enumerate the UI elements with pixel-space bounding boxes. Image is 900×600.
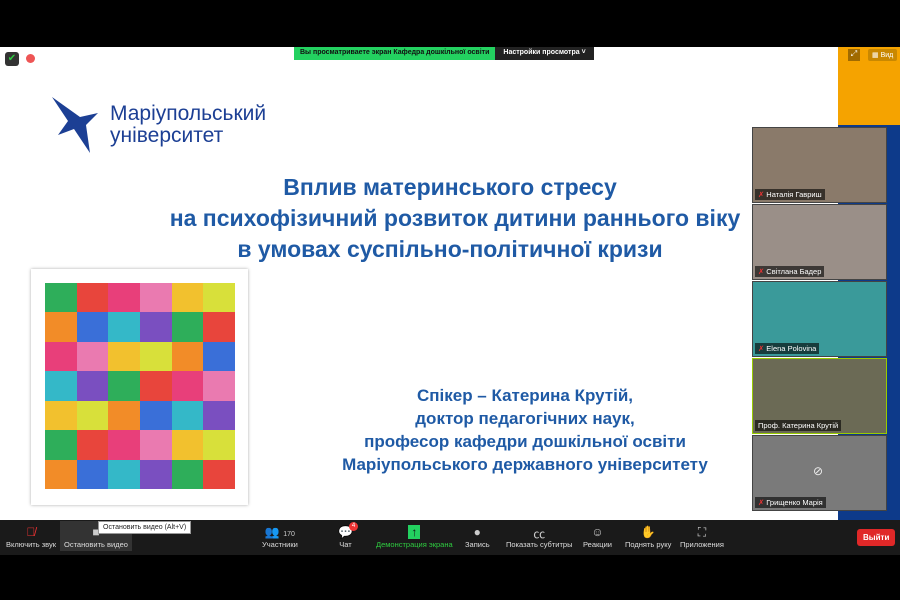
logo-line1: Маріупольський [110, 102, 267, 125]
share-arrow-icon: ↑ [408, 525, 421, 539]
unmute-button[interactable]: 🎙̸ Включить звук [6, 525, 56, 549]
speaker-line: доктор педагогічних наук, [415, 409, 635, 428]
slide-title: Вплив материнського стресу на психофізич… [150, 172, 750, 265]
speaker-line: Маріупольського державного університету [342, 455, 708, 474]
record-label: Запись [465, 540, 490, 549]
apps-label: Приложения [680, 540, 724, 549]
muted-mic-icon: ✗ [758, 190, 765, 199]
security-shield-icon[interactable]: ✔ [5, 52, 19, 66]
participant-tile[interactable]: ⊘ ✗ Грищенко Марія [752, 435, 887, 511]
participant-tile[interactable]: ✗ Elena Polovina [752, 281, 887, 357]
chat-badge: 4 [349, 522, 358, 531]
unmute-label: Включить звук [6, 540, 57, 549]
participant-gallery: ✗ Наталія Гавриш ✗ Світлана Бадер ✗ Elena Pol… [752, 127, 887, 512]
cc-icon: ㏄ [533, 527, 546, 541]
share-screen-button[interactable]: ↑ Демонстрация экрана [376, 525, 453, 549]
participant-name: ✗ Світлана Бадер [755, 266, 825, 277]
reactions-button[interactable]: ☺ Реакции [583, 525, 612, 549]
raise-hand-button[interactable]: ✋ Поднять руку [625, 525, 671, 549]
stop-video-label: Остановить видео [64, 540, 128, 549]
fullscreen-icon[interactable]: ⤢ [848, 49, 860, 61]
share-label: Демонстрация экрана [376, 540, 453, 549]
participant-name-text: Elena Polovina [766, 344, 817, 353]
participants-count: 170 [283, 531, 295, 538]
participants-button[interactable]: 👥 170 Участники [262, 525, 298, 549]
captions-button[interactable]: ㏄ Показать субтитры [506, 525, 572, 549]
speaker-line: Спікер – Катерина Крутій, [416, 386, 634, 405]
participant-name: ✗ Elena Polovina [755, 343, 820, 354]
child-painting [31, 269, 248, 505]
speaker-info: Спікер – Катерина Крутій, доктор педагог… [300, 384, 750, 476]
shared-slide: Маріупольський університет Вплив материнс… [0, 47, 838, 520]
apps-icon: ⛶ [697, 525, 707, 539]
muted-mic-icon: ✗ [758, 344, 765, 353]
zoom-window: Маріупольський університет Вплив материнс… [0, 47, 900, 555]
people-icon: 👥 [264, 525, 280, 539]
record-button[interactable]: ● Запись [465, 525, 490, 549]
view-settings-label: Настройки просмотра [503, 49, 580, 56]
participant-tile[interactable]: Проф. Катерина Крутій [752, 358, 887, 434]
participant-name: ✗ Наталія Гавриш [755, 189, 825, 200]
logo-line2: університет [110, 124, 224, 147]
participant-name-text: Грищенко Марія [766, 498, 823, 507]
record-icon: ● [473, 525, 481, 539]
muted-mic-icon: ✗ [758, 498, 765, 507]
screen-share-banner: Вы просматриваете экран Кафедра дошкільн… [294, 47, 594, 60]
chat-label: Чат [339, 540, 352, 549]
captions-label: Показать субтитры [506, 540, 573, 549]
muted-mic-icon: 🎙̸ [26, 525, 36, 539]
participant-name-text: Світлана Бадер [766, 267, 822, 276]
participants-label: Участники [262, 540, 298, 549]
participant-name: ✗ Грищенко Марія [755, 497, 826, 508]
camera-off-icon: ⊘ [813, 464, 824, 478]
participant-name: Проф. Катерина Крутій [755, 420, 842, 431]
smile-icon: ☺ [591, 525, 604, 539]
share-notice: Вы просматриваете экран Кафедра дошкільн… [294, 47, 496, 60]
reactions-label: Реакции [583, 540, 612, 549]
dove-icon [52, 97, 98, 153]
participant-tile[interactable]: ✗ Наталія Гавриш [752, 127, 887, 203]
view-settings-button[interactable]: Настройки просмотра ˅ [495, 47, 594, 60]
recording-icon [26, 54, 35, 63]
meeting-toolbar: 🎙̸ Включить звук ■ Остановить видео Остано… [0, 520, 900, 555]
leave-button[interactable]: Выйти [857, 529, 896, 546]
view-label: Вид [880, 52, 894, 59]
muted-mic-icon: ✗ [758, 267, 765, 276]
raise-hand-label: Поднять руку [625, 540, 672, 549]
tooltip: Остановить видео (Alt+V) [98, 521, 192, 534]
participant-tile[interactable]: ✗ Світлана Бадер [752, 204, 887, 280]
participant-name-text: Наталія Гавриш [766, 190, 822, 199]
view-button[interactable]: ▦ Вид [868, 49, 898, 61]
title-line: Вплив материнського стресу [283, 174, 617, 200]
university-logo: Маріупольський університет [50, 95, 266, 155]
apps-button[interactable]: ⛶ Приложения [680, 525, 724, 549]
hand-icon: ✋ [640, 525, 656, 539]
title-line: на психофізичний розвиток дитини ранньог… [169, 205, 741, 231]
speaker-line: професор кафедри дошкільної освіти [364, 432, 686, 451]
participant-name-text: Проф. Катерина Крутій [758, 421, 839, 430]
title-line: в умовах суспільно-політичної кризи [237, 236, 663, 262]
